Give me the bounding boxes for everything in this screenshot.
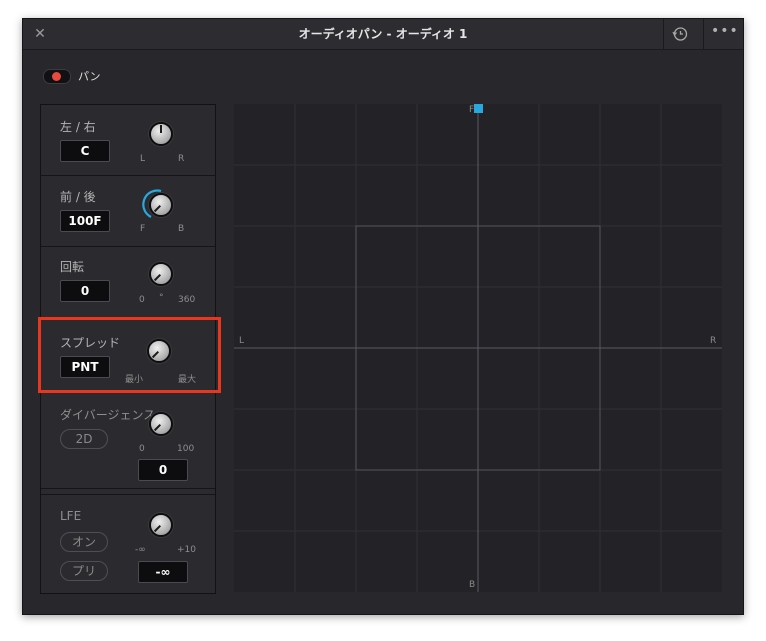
left-right-label: 左 / 右 bbox=[60, 120, 96, 134]
left-right-min-label: L bbox=[140, 154, 146, 164]
rotation-max-label: 360 bbox=[178, 295, 196, 305]
lfe-on-button[interactable]: オン bbox=[60, 532, 108, 552]
lfe-label: LFE bbox=[60, 509, 82, 523]
divergence-2d-button[interactable]: 2D bbox=[60, 429, 108, 449]
rotation-knob[interactable] bbox=[149, 262, 173, 286]
pan-toggle[interactable] bbox=[43, 69, 71, 84]
title-bar: ✕ オーディオパン - オーディオ 1 ••• bbox=[23, 19, 743, 50]
spread-highlight-box bbox=[38, 317, 221, 393]
lfe-pre-button[interactable]: プリ bbox=[60, 561, 108, 581]
lfe-value-field[interactable]: -∞ bbox=[138, 561, 188, 583]
section-front-back: 前 / 後 100F F B bbox=[41, 176, 215, 247]
divergence-value-field[interactable]: 0 bbox=[138, 459, 188, 481]
window-title: オーディオパン - オーディオ 1 bbox=[298, 27, 468, 41]
section-left-right: 左 / 右 C L R bbox=[41, 105, 215, 176]
more-icon[interactable]: ••• bbox=[711, 23, 738, 43]
pan-grid-lines bbox=[234, 104, 722, 592]
lfe-knob[interactable] bbox=[149, 513, 173, 537]
divergence-min-label: 0 bbox=[139, 444, 145, 454]
lfe-max-label: +10 bbox=[177, 545, 196, 555]
toggle-indicator bbox=[52, 72, 61, 81]
front-back-min-label: F bbox=[140, 224, 146, 234]
titlebar-divider bbox=[663, 19, 664, 49]
pan-puck[interactable] bbox=[474, 104, 483, 113]
rotation-value-field[interactable]: 0 bbox=[60, 280, 110, 302]
grid-right-label: R bbox=[710, 336, 717, 346]
divergence-max-label: 100 bbox=[177, 444, 195, 454]
front-back-knob[interactable] bbox=[149, 193, 173, 217]
titlebar-divider bbox=[703, 19, 704, 49]
left-right-knob[interactable] bbox=[149, 122, 173, 146]
front-back-max-label: B bbox=[178, 224, 185, 234]
left-right-max-label: R bbox=[178, 154, 185, 164]
front-back-value-field[interactable]: 100F bbox=[60, 210, 110, 232]
rotation-degree-label: ° bbox=[159, 293, 164, 303]
rotation-min-label: 0 bbox=[139, 295, 145, 305]
divergence-knob[interactable] bbox=[149, 412, 173, 436]
lfe-min-label: -∞ bbox=[135, 545, 146, 555]
section-divergence: ダイバージェンス 2D 0 100 0 bbox=[41, 393, 215, 489]
section-lfe: LFE オン プリ -∞ +10 -∞ bbox=[41, 494, 215, 593]
pan-toggle-label: パン bbox=[78, 70, 101, 83]
grid-left-label: L bbox=[239, 336, 245, 346]
grid-back-label: B bbox=[469, 580, 476, 590]
history-icon[interactable] bbox=[671, 25, 689, 43]
audio-pan-window: ✕ オーディオパン - オーディオ 1 ••• パン 左 / 右 C L R 前… bbox=[22, 18, 744, 615]
left-right-value-field[interactable]: C bbox=[60, 140, 110, 162]
section-rotation: 回転 0 0 ° 360 bbox=[41, 247, 215, 318]
rotation-label: 回転 bbox=[60, 260, 85, 274]
divergence-label: ダイバージェンス bbox=[60, 408, 156, 422]
front-back-label: 前 / 後 bbox=[60, 190, 96, 204]
pan-grid[interactable]: F B L R bbox=[234, 104, 722, 592]
